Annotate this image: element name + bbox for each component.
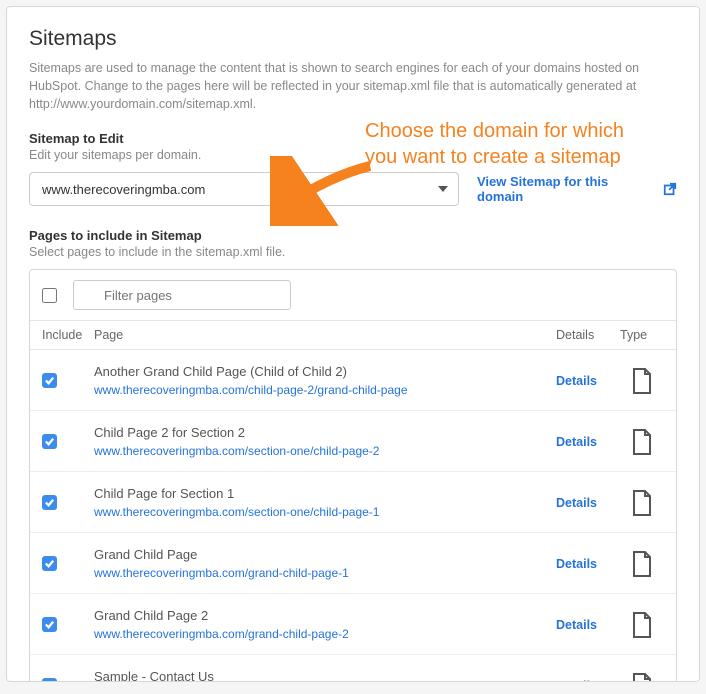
pages-include-sub: Select pages to include in the sitemap.x… bbox=[29, 245, 677, 259]
view-sitemap-label: View Sitemap for this domain bbox=[477, 174, 657, 204]
page-row-title: Another Grand Child Page (Child of Child… bbox=[94, 364, 556, 379]
page-row-title: Child Page 2 for Section 2 bbox=[94, 425, 556, 440]
include-checkbox[interactable] bbox=[42, 495, 57, 510]
sitemap-to-edit-sub: Edit your sitemaps per domain. bbox=[29, 148, 677, 162]
sitemap-to-edit-label: Sitemap to Edit bbox=[29, 131, 677, 146]
table-row: Grand Child Page www.therecoveringmba.com… bbox=[30, 533, 676, 594]
include-checkbox[interactable] bbox=[42, 373, 57, 388]
page-type-icon bbox=[620, 490, 664, 516]
col-page: Page bbox=[94, 328, 556, 342]
page-type-icon bbox=[620, 429, 664, 455]
table-row: Sample - Contact Uswww.therecoveringmba.… bbox=[30, 655, 676, 682]
external-link-icon bbox=[663, 182, 677, 196]
table-row: Another Grand Child Page (Child of Child… bbox=[30, 350, 676, 411]
include-checkbox[interactable] bbox=[42, 434, 57, 449]
page-type-icon bbox=[620, 551, 664, 577]
table-row: Grand Child Page 2 www.therecoveringmba.c… bbox=[30, 594, 676, 655]
table-row: Child Page 2 for Section 2 www.therecover… bbox=[30, 411, 676, 472]
domain-dropdown[interactable]: www.therecoveringmba.com bbox=[29, 172, 459, 206]
table-header: Include Page Details Type bbox=[30, 320, 676, 350]
page-row-url[interactable]: www.therecoveringmba.com/grand-child-pag… bbox=[94, 627, 556, 641]
details-link[interactable]: Details bbox=[556, 435, 597, 449]
page-description: Sitemaps are used to manage the content … bbox=[29, 59, 677, 113]
details-link[interactable]: Details bbox=[556, 374, 597, 388]
include-checkbox[interactable] bbox=[42, 556, 57, 571]
view-sitemap-link[interactable]: View Sitemap for this domain bbox=[477, 174, 677, 204]
pages-include-label: Pages to include in Sitemap bbox=[29, 228, 677, 243]
details-link[interactable]: Details bbox=[556, 557, 597, 571]
table-row: Child Page for Section 1 www.therecoverin… bbox=[30, 472, 676, 533]
pages-table: Include Page Details Type Another Grand … bbox=[29, 269, 677, 682]
select-all-checkbox[interactable] bbox=[42, 288, 57, 303]
page-type-icon bbox=[620, 612, 664, 638]
filter-pages-input[interactable] bbox=[73, 280, 291, 310]
chevron-down-icon bbox=[438, 186, 448, 192]
details-link[interactable]: Details bbox=[556, 496, 597, 510]
details-link[interactable]: Details bbox=[556, 679, 597, 682]
filter-row bbox=[30, 270, 676, 320]
page-row-title: Grand Child Page bbox=[94, 547, 556, 562]
page-row-url[interactable]: www.therecoveringmba.com/section-one/chi… bbox=[94, 505, 556, 519]
page-row-title: Grand Child Page 2 bbox=[94, 608, 556, 623]
page-row-url[interactable]: www.therecoveringmba.com/child-page-2/gr… bbox=[94, 383, 556, 397]
col-details: Details bbox=[556, 328, 620, 342]
details-link[interactable]: Details bbox=[556, 618, 597, 632]
page-row-title: Child Page for Section 1 bbox=[94, 486, 556, 501]
col-include: Include bbox=[42, 328, 94, 342]
col-type: Type bbox=[620, 328, 664, 342]
include-checkbox[interactable] bbox=[42, 617, 57, 632]
page-type-icon bbox=[620, 673, 664, 682]
page-row-url[interactable]: www.therecoveringmba.com/grand-child-pag… bbox=[94, 566, 556, 580]
page-type-icon bbox=[620, 368, 664, 394]
domain-dropdown-value: www.therecoveringmba.com bbox=[42, 182, 205, 197]
page-row-title: Sample - Contact Us bbox=[94, 669, 556, 682]
page-title: Sitemaps bbox=[29, 27, 677, 51]
sitemaps-panel: Sitemaps Sitemaps are used to manage the… bbox=[6, 6, 700, 682]
page-row-url[interactable]: www.therecoveringmba.com/section-one/chi… bbox=[94, 444, 556, 458]
domain-row: www.therecoveringmba.com View Sitemap fo… bbox=[29, 172, 677, 206]
include-checkbox[interactable] bbox=[42, 678, 57, 682]
